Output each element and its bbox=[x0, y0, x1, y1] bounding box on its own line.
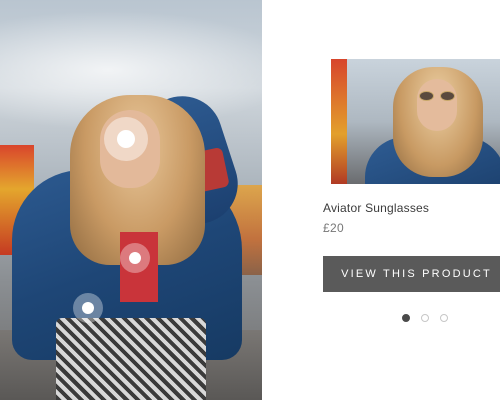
product-name[interactable]: Aviator Sunglasses bbox=[323, 201, 429, 215]
hotspot-dot bbox=[82, 302, 94, 314]
hotspot-dot bbox=[129, 252, 141, 264]
hotspot-dot bbox=[117, 130, 135, 148]
sunglasses-icon bbox=[419, 91, 455, 101]
product-thumbnail[interactable] bbox=[331, 59, 500, 184]
product-price: £20 bbox=[323, 221, 344, 235]
hero-checked-skirt bbox=[56, 318, 206, 400]
hotspot-jacket[interactable] bbox=[73, 293, 103, 323]
thumb-face bbox=[417, 79, 457, 131]
hero-photo bbox=[0, 0, 262, 400]
pager-dot-2[interactable] bbox=[421, 314, 429, 322]
thumb-background-sign bbox=[331, 59, 347, 184]
hotspot-top[interactable] bbox=[120, 243, 150, 273]
pager-dot-1[interactable] bbox=[402, 314, 410, 322]
view-product-button[interactable]: VIEW THIS PRODUCT bbox=[323, 256, 500, 292]
carousel-pager bbox=[402, 314, 448, 322]
shop-the-look-widget: Aviator Sunglasses £20 VIEW THIS PRODUCT bbox=[0, 0, 500, 410]
pager-dot-3[interactable] bbox=[440, 314, 448, 322]
hotspot-sunglasses[interactable] bbox=[104, 117, 148, 161]
